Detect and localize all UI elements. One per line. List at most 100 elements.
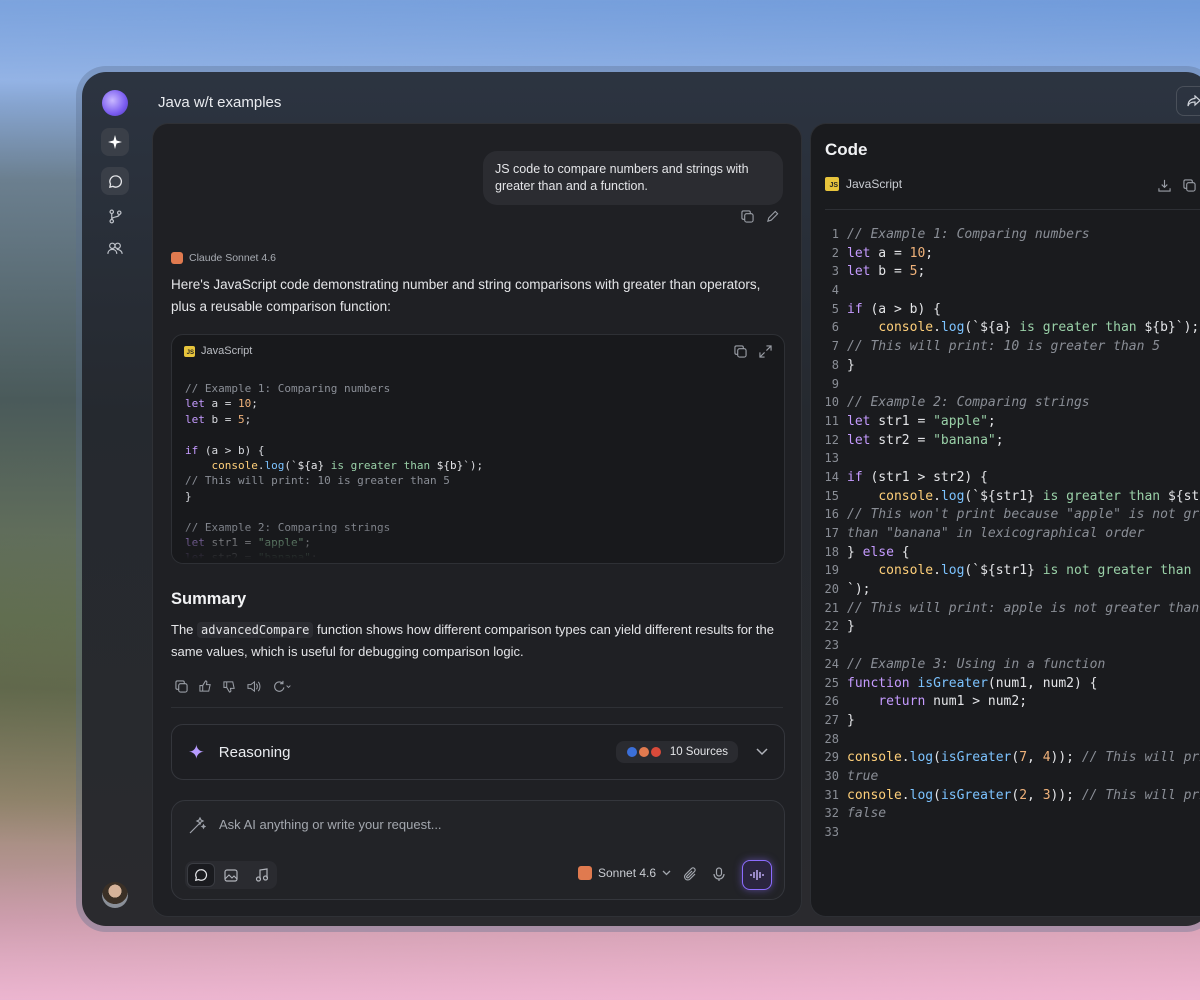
code-panel-language: JS JavaScript [825,177,902,191]
chat-mode-button[interactable] [187,863,215,887]
sparkles-icon: ✦ [188,741,205,764]
code-text: console.log(isGreater(7, 4)); // This wi… [847,750,1200,766]
model-tag-label: Claude Sonnet 4.6 [189,252,276,264]
download-icon[interactable] [1158,179,1171,192]
code-line: 11 let str1 = "apple"; [811,412,1200,431]
chevron-down-icon[interactable] [756,748,768,756]
line-number: 2 [831,245,839,260]
line-number: 1 [831,227,839,241]
sidebar-item-chats[interactable] [101,167,129,195]
line-number: 27 [824,712,839,727]
copy-icon[interactable] [1183,178,1196,192]
code-text: if (str1 > str2) { [847,469,988,485]
copy-icon[interactable] [175,680,188,693]
claude-icon [578,866,592,880]
code-line: 13 [811,449,1200,468]
prompt-input[interactable] [219,817,739,832]
code-line: 10 // Example 2: Comparing strings [811,393,1200,412]
code-line: 6 console.log(`${a} is greater than ${b}… [811,318,1200,337]
expand-icon[interactable] [759,344,772,358]
code-snippet-header: JS JavaScript [172,335,784,367]
line-number: 13 [824,451,839,466]
code-line: console.log(`${a} is greater than ${b}`)… [211,459,484,473]
line-number: 19 [824,563,839,578]
code-snippet-language: JavaScript [201,345,253,357]
chevron-down-icon [662,870,671,876]
new-chat-button[interactable] [101,128,129,156]
speaker-icon[interactable] [247,680,261,693]
javascript-icon: JS [184,345,195,357]
code-line: 2 let a = 10; [811,244,1200,263]
sidebar-item-branches[interactable] [101,202,129,230]
source-favicon-icon [625,746,638,758]
chat-bubble-icon [108,174,122,188]
copy-icon[interactable] [741,210,754,223]
paperclip-icon[interactable] [683,867,697,882]
line-number: 8 [831,357,839,372]
code-line: 18} else { [811,543,1200,562]
image-mode-button[interactable] [217,863,245,887]
code-text: // This will print: 10 is greater than 5 [847,339,1161,355]
prompt-box: Sonnet 4.6 [171,800,785,900]
code-line: 25 function isGreater(num1, num2) { [811,674,1200,693]
code-line: 31 console.log(isGreater(2, 3)); // This … [811,786,1200,805]
line-number: 28 [824,731,839,746]
code-text: // This will print: apple is not greater… [847,600,1200,616]
code-text: console.log(`${a} is greater than ${b}`)… [878,320,1200,336]
code-panel: Code JS JavaScript 1 // Example 1: Compar… [810,123,1200,917]
share-button[interactable] [1176,86,1200,116]
copy-icon[interactable] [734,344,747,358]
sources-button[interactable]: 10 Sources [615,741,738,763]
code-line: 29 console.log(isGreater(7, 4)); // This … [811,748,1200,767]
code-text: than "banana" in lexicographical order [847,526,1145,541]
code-line: 23 [811,636,1200,655]
voice-mode-button[interactable] [742,860,772,890]
line-number: 26 [824,694,839,709]
line-number: 10 [824,395,839,410]
code-text: console.log(`${str1} is greater than ${s… [878,488,1200,504]
code-text: // Example 3: Using in a function [847,656,1106,672]
javascript-icon: JS [825,177,839,191]
code-line: // Example 1: Comparing numbers [185,382,391,395]
line-number: 24 [824,656,839,671]
code-text: } [847,619,855,635]
line-number: 23 [824,638,839,653]
edit-icon[interactable] [766,210,779,223]
line-number: 3 [831,264,839,279]
divider [171,707,783,708]
git-branch-icon [108,209,122,223]
thumbs-up-icon[interactable] [199,680,212,693]
model-selector[interactable]: Sonnet 4.6 [578,866,671,880]
sidebar-item-team[interactable] [101,234,129,262]
regenerate-icon[interactable] [272,680,292,693]
music-mode-button[interactable] [247,863,275,887]
code-line: 28 [811,730,1200,749]
code-line: 30 true [811,767,1200,786]
code-text: // Example 2: Comparing strings [847,395,1090,411]
reasoning-panel[interactable]: ✦ Reasoning 10 Sources [171,724,785,780]
code-line: 33 [811,823,1200,842]
inline-code: advancedCompare [197,622,314,638]
thumbs-down-icon[interactable] [223,680,236,693]
code-line: 1 // Example 1: Comparing numbers [811,225,1200,244]
line-number: 29 [824,750,839,765]
reasoning-label: Reasoning [218,743,291,761]
line-number: 20 [824,582,839,597]
app-frame: Java w/t examples JS code to compare num… [82,72,1200,926]
waveform-icon [750,870,764,880]
image-icon [224,868,238,882]
model-tag: Claude Sonnet 4.6 [171,252,276,264]
microphone-icon[interactable] [713,867,725,882]
planet-logo-icon[interactable] [102,90,128,116]
line-number: 4 [831,283,839,298]
code-line: // This will print: 10 is greater than 5 [185,474,450,488]
music-note-icon [255,868,268,882]
code-panel-language-label: JavaScript [846,177,903,191]
line-number: 9 [831,376,839,391]
claude-icon [171,252,183,264]
avatar[interactable] [102,882,128,908]
line-number: 14 [824,469,839,484]
line-number: 21 [824,600,839,615]
